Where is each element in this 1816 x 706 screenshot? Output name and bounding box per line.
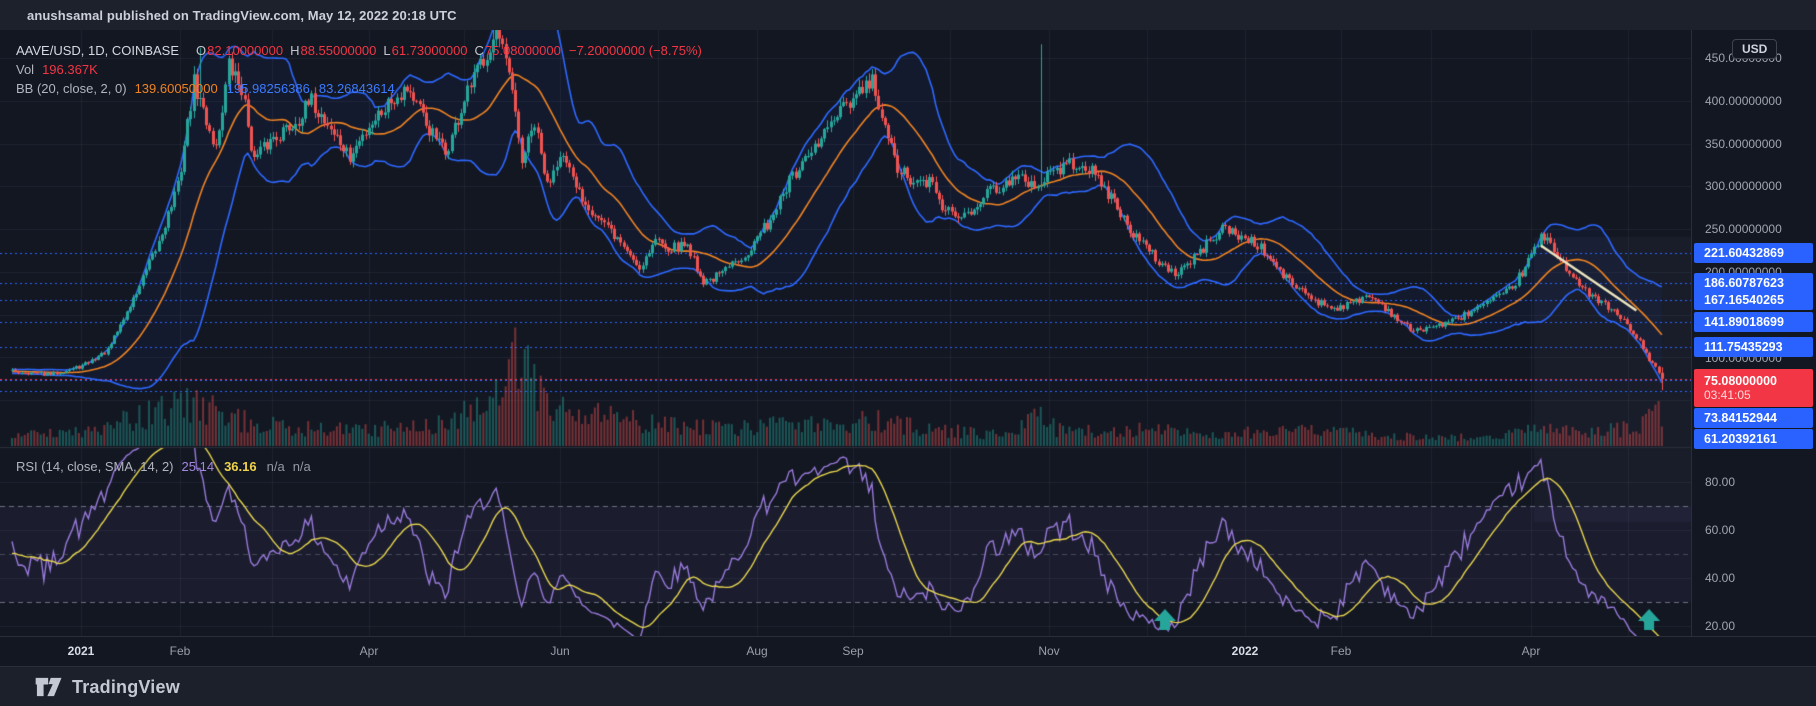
high-value: 88.55000000 — [300, 43, 376, 58]
time-axis-year-label: 2022 — [1232, 644, 1259, 658]
bb-lower-value: 83.26843614 — [319, 81, 395, 96]
time-axis-month-label: Aug — [746, 644, 767, 658]
tradingview-brand-text: TradingView — [72, 677, 180, 698]
price-axis-tick: 350.00000000 — [1705, 137, 1782, 151]
volume-value: 196.367K — [42, 62, 98, 77]
time-axis-month-label: Apr — [360, 644, 379, 658]
price-axis-tick: 300.00000000 — [1705, 179, 1782, 193]
volume-legend-row[interactable]: Vol 196.367K — [16, 60, 702, 79]
change-value: −7.20000000 (−8.75%) — [569, 43, 702, 58]
tradingview-chart-window: anushsamal published on TradingView.com,… — [0, 0, 1816, 706]
tradingview-logo[interactable]: TradingView — [34, 675, 180, 699]
time-axis-month-label: Feb — [170, 644, 191, 658]
symbol-title: AAVE/USD, 1D, COINBASE — [16, 43, 179, 58]
rsi-axis-tick: 60.00 — [1705, 523, 1735, 537]
symbol-legend-row[interactable]: AAVE/USD, 1D, COINBASE O 82.10000000 H 8… — [16, 41, 702, 60]
price-axis-tick: 250.00000000 — [1705, 222, 1782, 236]
open-value: 82.10000000 — [207, 43, 283, 58]
close-label: C — [475, 43, 484, 58]
low-label: L — [383, 43, 390, 58]
price-level-label: 61.20392161 — [1694, 429, 1813, 449]
rsi-lower-na: n/a — [293, 459, 311, 474]
bb-legend-row[interactable]: BB (20, close, 2, 0) 139.60050000 195.98… — [16, 79, 702, 98]
rsi-axis-tick: 40.00 — [1705, 571, 1735, 585]
rsi-label: RSI (14, close, SMA, 14, 2) — [16, 459, 174, 474]
chart-plot-area[interactable] — [0, 30, 1691, 636]
rsi-legend-row[interactable]: RSI (14, close, SMA, 14, 2) 25.14 36.16 … — [16, 457, 319, 476]
price-level-label: 111.75435293 — [1694, 337, 1813, 357]
high-label: H — [290, 43, 299, 58]
attribution-bar: anushsamal published on TradingView.com,… — [0, 0, 1816, 31]
price-level-label: 167.16540265 — [1694, 290, 1813, 310]
rsi-value: 25.14 — [182, 459, 215, 474]
time-axis[interactable]: 2021 Feb Apr Jun Aug Sep Nov 2022 Feb Apr — [0, 636, 1816, 667]
low-value: 61.73000000 — [392, 43, 468, 58]
time-axis-month-label: Feb — [1331, 644, 1352, 658]
rsi-sma-value: 36.16 — [224, 459, 257, 474]
time-axis-month-label: Apr — [1522, 644, 1541, 658]
price-level-label: 141.89018699 — [1694, 312, 1813, 332]
price-level-label: 221.60432869 — [1694, 243, 1813, 263]
time-axis-month-label: Sep — [842, 644, 863, 658]
bb-upper-value: 195.98256386 — [227, 81, 310, 96]
bb-basis-value: 139.60050000 — [135, 81, 218, 96]
tradingview-logo-icon — [34, 675, 64, 699]
bb-label: BB (20, close, 2, 0) — [16, 81, 127, 96]
price-axis-tick: 400.00000000 — [1705, 94, 1782, 108]
volume-label: Vol — [16, 62, 34, 77]
rsi-axis-tick: 80.00 — [1705, 475, 1735, 489]
rsi-upper-na: n/a — [267, 459, 285, 474]
price-level-label: 73.84152944 — [1694, 408, 1813, 428]
current-price-label: 75.0800000003:41:05 — [1694, 369, 1813, 407]
main-legend: AAVE/USD, 1D, COINBASE O 82.10000000 H 8… — [16, 41, 702, 98]
currency-toggle-button[interactable]: USD — [1732, 39, 1777, 59]
bar-countdown: 03:41:05 — [1704, 388, 1751, 402]
rsi-axis-tick: 20.00 — [1705, 619, 1735, 633]
time-axis-month-label: Jun — [550, 644, 569, 658]
price-axis[interactable]: USD 450.00000000400.00000000350.00000000… — [1691, 30, 1816, 636]
current-price-value: 75.08000000 — [1704, 374, 1777, 388]
attribution-text: anushsamal published on TradingView.com,… — [27, 8, 457, 23]
open-label: O — [196, 43, 206, 58]
time-axis-year-label: 2021 — [68, 644, 95, 658]
close-value: 75.08000000 — [485, 43, 561, 58]
bottom-toolbar: TradingView — [0, 666, 1816, 706]
time-axis-month-label: Nov — [1038, 644, 1059, 658]
